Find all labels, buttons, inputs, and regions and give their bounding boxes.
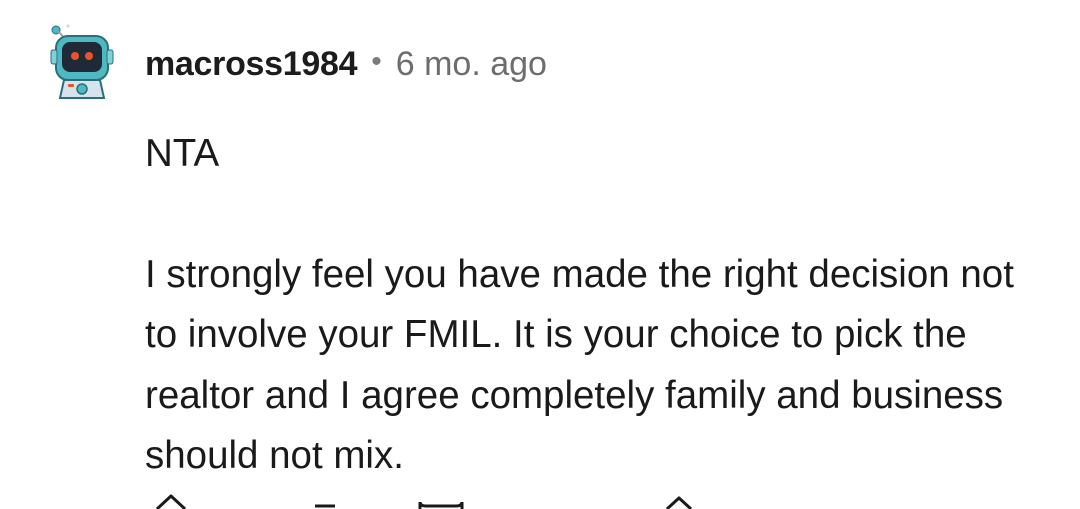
comment-paragraph: NTA [145,132,220,175]
user-avatar[interactable] [46,22,118,102]
comment-action-bar [0,494,1080,509]
reply-icon[interactable] [418,494,464,509]
robot-avatar-icon [50,24,114,99]
meta-separator: • [371,45,382,78]
comment-header: macross1984 • 6 mo. ago [145,42,547,86]
comment-body: NTA I strongly feel you have made the ri… [145,124,1045,487]
share-icon[interactable] [662,494,696,509]
upvote-icon[interactable] [154,494,188,509]
username-link[interactable]: macross1984 [145,45,358,84]
comment-timestamp[interactable]: 6 mo. ago [396,45,547,84]
comment-paragraph: I strongly feel you have made the right … [145,252,1014,478]
comment: macross1984 • 6 mo. ago NTA I strongly f… [0,0,1080,509]
downvote-icon[interactable] [313,494,337,509]
